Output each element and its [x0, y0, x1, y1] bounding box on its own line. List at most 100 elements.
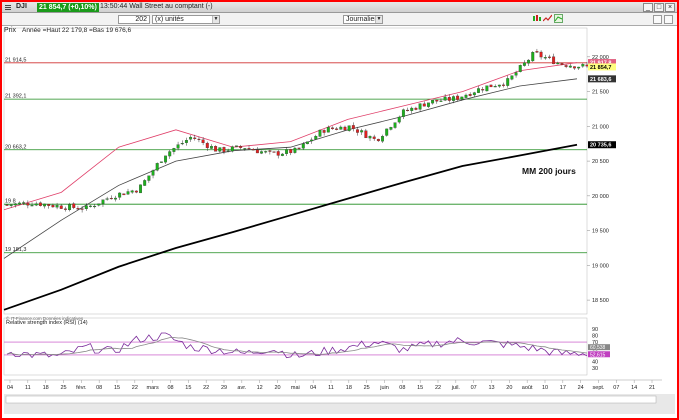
- indicator-icon[interactable]: [554, 14, 563, 23]
- x-tick-label: 08: [96, 385, 102, 391]
- candle-body: [47, 204, 51, 206]
- candle-body: [314, 135, 318, 140]
- close-button[interactable]: ×: [665, 3, 675, 12]
- candle-body: [251, 149, 255, 151]
- candle-body: [335, 128, 339, 130]
- candle-body: [239, 146, 243, 148]
- period-count-input[interactable]: 202: [118, 15, 150, 24]
- candle-body: [22, 202, 26, 204]
- price-range-info: Année =Haut 22 179,8 =Bas 19 676,6: [22, 27, 132, 34]
- price-badge-right: 21 854,7: [588, 63, 616, 71]
- candle-body: [189, 136, 193, 140]
- x-tick-label: mai: [291, 385, 300, 391]
- candle-body: [193, 137, 197, 139]
- x-tick-label: 11: [328, 385, 334, 391]
- candle-body: [176, 144, 180, 149]
- chart-canvas[interactable]: © IT-Finance.com Données indicatives22 0…: [2, 26, 677, 418]
- candle-body: [468, 94, 472, 96]
- x-tick-label: 04: [7, 385, 13, 391]
- candle-body: [151, 170, 155, 176]
- ma200-annotation: MM 200 jours: [522, 166, 576, 176]
- candle-body: [531, 52, 535, 62]
- candle-body: [364, 130, 368, 139]
- candle-body: [159, 161, 163, 163]
- price-panel-label: Prix: [4, 27, 17, 34]
- x-tick-label: 18: [43, 385, 49, 391]
- grip-icon[interactable]: [5, 4, 15, 11]
- maximize-button[interactable]: □: [654, 3, 664, 12]
- expand-icon[interactable]: [664, 15, 673, 24]
- chart-type-tools: [532, 14, 563, 23]
- x-tick-label: 25: [60, 385, 66, 391]
- candle-body: [326, 127, 330, 133]
- title-bar[interactable]: DJI 21 854,7 (+0,10%) 13:50:44 Wall Stre…: [2, 2, 677, 13]
- candle-body: [351, 125, 355, 129]
- candle-body: [339, 126, 343, 130]
- price-ytick-label: 18 500: [592, 298, 609, 304]
- period-unit-select[interactable]: (x) unités ▼: [152, 15, 220, 24]
- candle-body: [55, 205, 59, 208]
- x-tick-label: 15: [417, 385, 423, 391]
- candle-body: [235, 145, 238, 147]
- rsi-badge-label: 52,615: [590, 352, 606, 358]
- interval-value: Journalier: [346, 16, 377, 23]
- candle-body: [93, 205, 97, 208]
- candle-body: [560, 63, 564, 65]
- line-chart-icon[interactable]: [542, 14, 553, 23]
- candle-body: [210, 146, 213, 149]
- price-badge-right: 20 735,6: [588, 141, 616, 149]
- rsi-ytick-label: 30: [592, 366, 598, 372]
- candle-body: [297, 147, 301, 149]
- candle-body: [80, 208, 84, 210]
- candle-body: [452, 96, 455, 101]
- candle-body: [268, 150, 272, 152]
- price-badge-right: 21 683,6: [588, 75, 616, 83]
- candle-body: [147, 175, 151, 181]
- x-tick-label: 20: [506, 385, 512, 391]
- x-tick-label: 14: [631, 385, 637, 391]
- candle-body: [101, 199, 105, 205]
- x-tick-label: 15: [185, 385, 191, 391]
- x-tick-label: 17: [560, 385, 566, 391]
- x-tick-label: 24: [578, 385, 584, 391]
- candle-body: [43, 203, 47, 207]
- candle-body: [502, 84, 505, 86]
- chevron-down-icon: ▼: [212, 16, 219, 23]
- horizontal-scrollbar[interactable]: [5, 395, 657, 404]
- candle-body: [581, 64, 585, 67]
- rsi-ytick-label: 90: [592, 327, 598, 333]
- candle-body: [489, 84, 493, 88]
- rsi-ytick-label: 80: [592, 334, 598, 340]
- candle-body: [293, 147, 297, 153]
- minimize-button[interactable]: _: [643, 3, 653, 12]
- candle-body: [381, 136, 384, 142]
- candlestick-icon[interactable]: [532, 14, 541, 23]
- candle-body: [522, 62, 526, 66]
- x-tick-label: févr.: [76, 385, 87, 391]
- candle-body: [552, 56, 556, 65]
- x-tick-label: sept.: [593, 385, 605, 391]
- x-tick-label: 07: [613, 385, 619, 391]
- x-tick-label: juin: [379, 385, 389, 391]
- candle-body: [322, 130, 326, 133]
- candle-body: [84, 205, 88, 210]
- candle-body: [372, 136, 376, 139]
- chevron-down-icon: ▼: [375, 16, 382, 23]
- candle-body: [30, 205, 34, 207]
- candle-body: [264, 151, 268, 153]
- candle-body: [97, 203, 101, 206]
- candle-body: [305, 141, 309, 145]
- candle-body: [289, 149, 293, 154]
- candle-body: [310, 139, 314, 142]
- candle-body: [426, 102, 430, 107]
- candle-body: [222, 147, 226, 153]
- chart-area[interactable]: © IT-Finance.com Données indicatives 22 0…: [2, 26, 677, 418]
- candle-body: [26, 203, 30, 206]
- badge-label: 21 683,6: [590, 77, 611, 83]
- candle-body: [72, 203, 76, 208]
- settings-icon[interactable]: [653, 15, 662, 24]
- interval-select[interactable]: Journalier ▼: [343, 15, 383, 24]
- x-tick-label: 18: [346, 385, 352, 391]
- candle-body: [51, 204, 55, 208]
- chart-window: DJI 21 854,7 (+0,10%) 13:50:44 Wall Stre…: [0, 0, 679, 420]
